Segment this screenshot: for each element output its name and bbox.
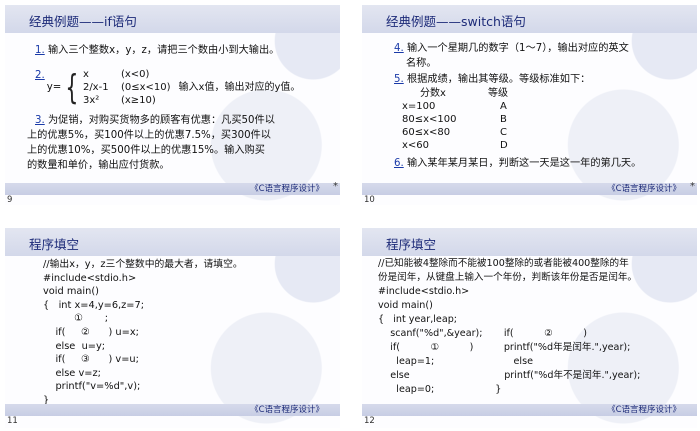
course-title: 《C语言程序设计》 <box>250 184 324 194</box>
slide-10: 经典例题——switch语句 4. 输入一个星期几的数字（1～7），输出对应的英… <box>362 5 697 205</box>
code-line: ① ; <box>43 313 109 325</box>
question-2: 2. y= { x (x<0) 2/x-1 (0≤x<10) 输入x值，输出对应的y值… <box>35 68 335 107</box>
page-number: 11 <box>7 416 18 426</box>
slide-footer: 《C语言程序设计》 <box>5 404 340 416</box>
slide-title-bar: 程序填空 <box>5 228 340 256</box>
slide-body: 1. 输入三个整数x，y，z，请把三个数由小到大输出。 2. y= { x (x<… <box>27 43 335 173</box>
table-row: 80≤x<100 B <box>402 113 518 126</box>
question-tail: 输入x值，输出对应的y值。 <box>178 82 301 93</box>
table-row: 60≤x<80 C <box>402 126 518 139</box>
question-number: 3. <box>35 115 45 126</box>
slide-body: 4. 输入一个星期几的数字（1～7），输出对应的英文 名称。 5. 根据成绩，输… <box>394 41 692 171</box>
case-cond: (x<0) <box>120 69 150 80</box>
question-text: 输入三个整数x，y，z，请把三个数由小到大输出。 <box>47 45 280 56</box>
slide-12: 程序填空 //已知能被4整除而不能被100整除的或者能被400整除的年 份是闰年… <box>362 228 697 428</box>
code-line: { int year,leap; <box>378 314 458 325</box>
question-number: 2. <box>35 70 45 81</box>
code-line: leap=0; } <box>378 384 502 395</box>
code-line: //已知能被4整除而不能被100整除的或者能被400整除的年 <box>378 258 629 269</box>
page-number: 9 <box>7 195 13 205</box>
question-4: 4. 输入一个星期几的数字（1～7），输出对应的英文 名称。 <box>394 41 692 71</box>
question-line: 的数量和单价，输出应付货款。 <box>27 160 170 171</box>
case-cond: (x≥10) <box>120 95 156 106</box>
slide-title-bar: 程序填空 <box>362 228 697 256</box>
column-header: 等级 <box>488 88 508 99</box>
question-number: 5. <box>394 74 404 85</box>
slide-footer: 《C语言程序设计》 <box>362 183 697 195</box>
code-line: //输出x，y，z三个整数中的最大者，请填空。 <box>43 259 243 270</box>
code-line: leap=1; else <box>378 356 533 367</box>
slide-11: 程序填空 //输出x，y，z三个整数中的最大者，请填空。 #include<st… <box>5 228 340 428</box>
course-title: 《C语言程序设计》 <box>250 405 324 415</box>
table-cell: C <box>500 127 507 138</box>
case-expr: x <box>82 69 89 80</box>
table-cell: x<60 <box>402 140 430 151</box>
code-line: void main() <box>43 286 99 298</box>
slide-footer: 《C语言程序设计》 <box>362 404 697 416</box>
case-cond: (0≤x<10) <box>120 82 171 93</box>
question-line: 为促销，对购买货物多的顾客有优惠：凡买50件以 <box>47 115 275 126</box>
question-line: 名称。 <box>406 58 437 69</box>
case-expr: 2/x-1 <box>82 82 109 93</box>
grade-table: 分数x 等级 x=100 A 80≤x<100 B 60≤x<80 C x<60 D <box>402 87 518 152</box>
function-y: y= <box>46 82 62 93</box>
question-text: 根据成绩，输出其等级。等级标准如下： <box>406 74 591 85</box>
course-title: 《C语言程序设计》 <box>607 405 681 415</box>
question-number: 1. <box>35 45 45 56</box>
code-line: else printf("%d年不是闰年.",year); <box>378 370 641 381</box>
code-line: else v=z; <box>43 367 101 379</box>
code-line: { int x=4,y=6,z=7; <box>43 299 145 311</box>
question-5: 5. 根据成绩，输出其等级。等级标准如下： <box>394 72 692 87</box>
code-line: if( ① ) printf("%d年是闰年.",year); <box>378 342 631 353</box>
code-line: printf("v=%d",v); <box>43 381 141 393</box>
table-cell: D <box>500 140 508 151</box>
code-line: scanf("%d",&year); if( ② ) <box>378 328 587 339</box>
slide-title: 经典例题——if语句 <box>29 14 137 29</box>
page-number: 10 <box>364 195 375 205</box>
question-1: 1. 输入三个整数x，y，z，请把三个数由小到大输出。 <box>35 43 335 58</box>
star-icon: * <box>333 181 338 192</box>
table-cell: x=100 <box>402 101 436 112</box>
slide-title: 程序填空 <box>29 237 80 252</box>
table-row: x<60 D <box>402 139 518 152</box>
star-icon: * <box>690 181 695 192</box>
code-line: 份是闰年，从键盘上输入一个年份，判断该年份是否是闰年。 <box>378 272 638 283</box>
column-header: 分数x <box>420 88 446 99</box>
code-line: #include<stdio.h> <box>378 286 470 297</box>
code-line: else u=y; <box>43 340 106 352</box>
page-number: 12 <box>364 416 375 426</box>
question-6: 6. 输入某年某月某日，判断这一天是这一年的第几天。 <box>394 156 692 171</box>
question-line: 输入一个星期几的数字（1～7），输出对应的英文 <box>406 43 629 54</box>
code-line: #include<stdio.h> <box>43 272 137 284</box>
case-expr: 3x² <box>82 95 100 106</box>
table-cell: B <box>500 114 507 125</box>
code-block: //已知能被4整除而不能被100整除的或者能被400整除的年 份是闰年，从键盘上… <box>378 257 694 397</box>
code-line: void main() <box>378 300 433 311</box>
slide-title-bar: 经典例题——switch语句 <box>362 5 697 33</box>
question-number: 4. <box>394 43 404 54</box>
code-line: if( ② ) u=x; <box>43 326 139 338</box>
brace-icon: { <box>65 67 79 108</box>
question-3: 3. 为促销，对购买货物多的顾客有优惠：凡买50件以 上的优惠5%，买100件以… <box>27 113 335 173</box>
slide-title: 经典例题——switch语句 <box>386 14 526 29</box>
slide-title-bar: 经典例题——if语句 <box>5 5 340 33</box>
question-line: 上的优惠10%，买500件以上的优惠15%。输入购买 <box>27 145 265 156</box>
slide-footer: 《C语言程序设计》 <box>5 183 340 195</box>
piecewise-cases: x (x<0) 2/x-1 (0≤x<10) 输入x值，输出对应的y值。 3x² (x≥… <box>83 68 300 107</box>
code-block: //输出x，y，z三个整数中的最大者，请填空。 #include<stdio.h… <box>43 258 333 408</box>
table-header: 分数x 等级 <box>402 87 518 100</box>
slide-title: 程序填空 <box>386 237 437 252</box>
table-cell: 80≤x<100 <box>402 114 457 125</box>
code-line: if( ③ ) v=u; <box>43 354 139 366</box>
table-cell: 60≤x<80 <box>402 127 451 138</box>
question-text: 输入某年某月某日，判断这一天是这一年的第几天。 <box>406 158 642 169</box>
question-line: 上的优惠5%，买100件以上的优惠7.5%，买300件以 <box>27 130 271 141</box>
table-row: x=100 A <box>402 100 518 113</box>
table-cell: A <box>500 101 507 112</box>
slide-9: 经典例题——if语句 1. 输入三个整数x，y，z，请把三个数由小到大输出。 2… <box>5 5 340 205</box>
course-title: 《C语言程序设计》 <box>607 184 681 194</box>
question-number: 6. <box>394 158 404 169</box>
